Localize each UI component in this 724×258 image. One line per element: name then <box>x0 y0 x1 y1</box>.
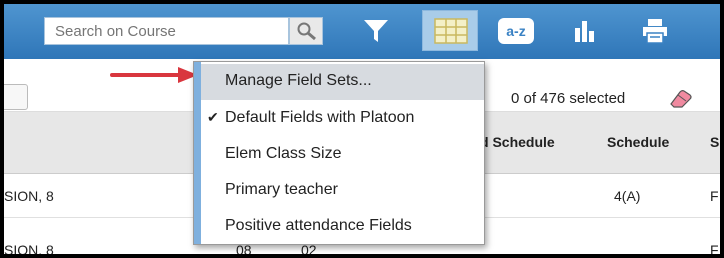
search-icon <box>297 22 316 41</box>
options-button[interactable] <box>4 84 28 110</box>
chart-button[interactable] <box>572 18 596 44</box>
column-header-schedule[interactable]: Schedule <box>607 134 669 150</box>
menu-item-positive-attendance[interactable]: Positive attendance Fields <box>201 209 484 245</box>
filter-icon <box>364 20 388 42</box>
menu-item-label: Default Fields with Platoon <box>225 109 415 126</box>
menu-item-label: Primary teacher <box>225 181 338 198</box>
search-input[interactable] <box>44 17 289 45</box>
toolbar: a-z <box>4 4 720 59</box>
print-icon <box>643 19 667 44</box>
menu-item-label: Elem Class Size <box>225 145 342 162</box>
table-cell-tail: F <box>710 242 719 258</box>
print-button[interactable] <box>642 18 668 44</box>
eraser-icon[interactable] <box>669 89 693 109</box>
table-cell-name: SION, 8 <box>4 242 54 258</box>
menu-item-primary-teacher[interactable]: Primary teacher <box>201 173 484 209</box>
search-button[interactable] <box>289 17 323 45</box>
menu-item-default-fields-platoon[interactable]: ✔ Default Fields with Platoon <box>201 101 484 137</box>
chart-icon <box>575 21 594 42</box>
menu-item-label: Positive attendance Fields <box>225 217 412 234</box>
menu-item-manage-field-sets[interactable]: Manage Field Sets... <box>201 64 484 100</box>
table-cell-tail: F <box>710 188 719 204</box>
sort-button[interactable]: a-z <box>498 18 534 44</box>
menu-item-elem-class-size[interactable]: Elem Class Size <box>201 137 484 173</box>
filter-button[interactable] <box>362 18 390 44</box>
selection-count: 0 of 476 selected <box>511 90 626 107</box>
menu-item-label: Manage Field Sets... <box>225 72 372 89</box>
field-sets-menu: Manage Field Sets... ✔ Default Fields wi… <box>193 61 485 245</box>
table-cell-schedule: 4(A) <box>614 188 641 204</box>
app-window: a-z 0 of 476 selected <box>0 0 724 258</box>
table-cell-name: SION, 8 <box>4 188 54 204</box>
grid-icon <box>434 18 468 44</box>
field-sets-button[interactable] <box>422 10 478 51</box>
menu-stripe <box>194 62 201 244</box>
sort-az-icon: a-z <box>498 18 534 44</box>
column-header-schedule-partial[interactable]: d Schedule <box>480 134 555 150</box>
column-header-partial[interactable]: S <box>710 134 719 150</box>
annotation-arrow-icon <box>110 67 198 83</box>
checkmark-icon: ✔ <box>207 109 219 125</box>
